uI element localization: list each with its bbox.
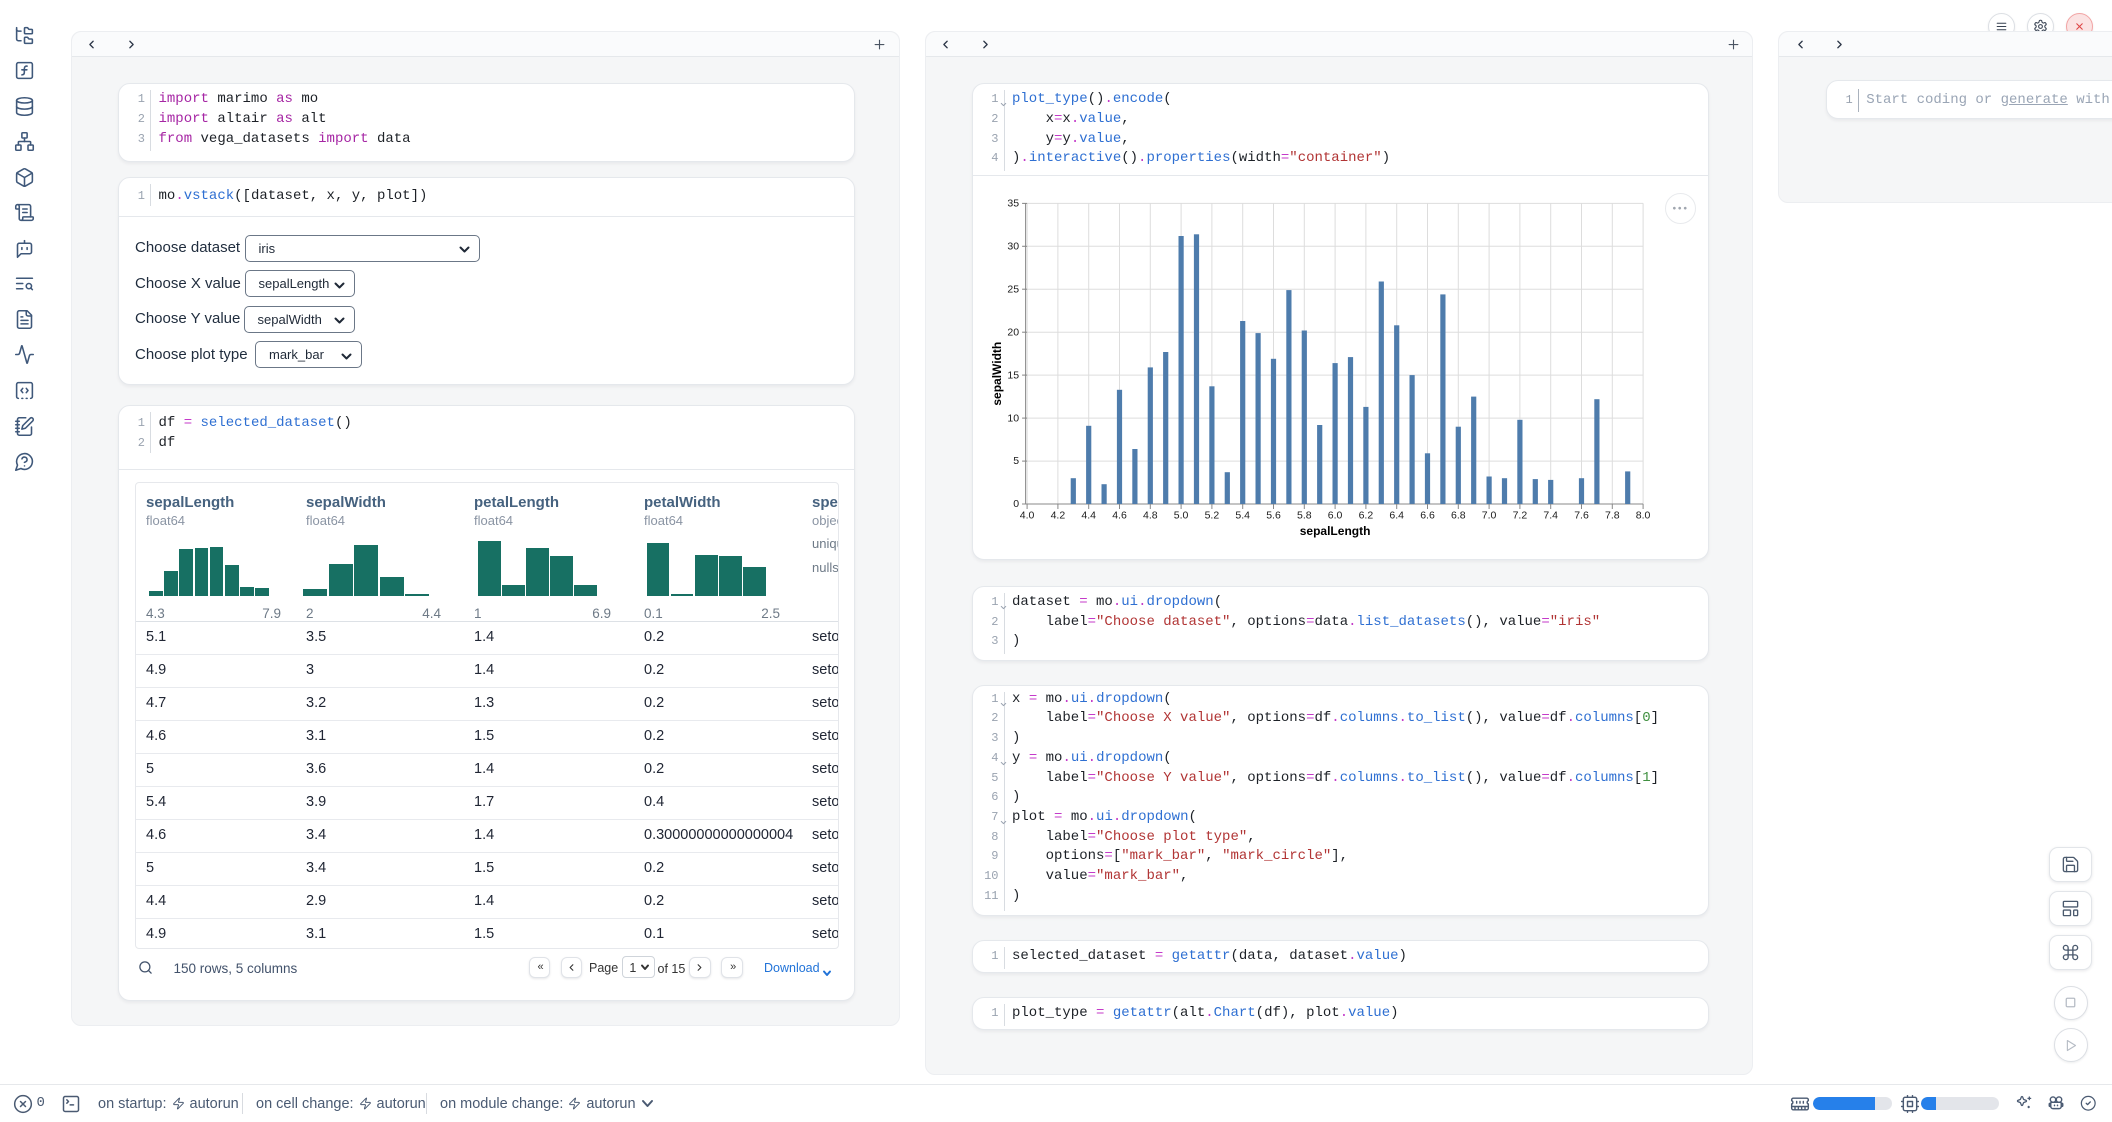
svg-text:4.8: 4.8 xyxy=(1142,509,1157,521)
svg-text:6.0: 6.0 xyxy=(1327,509,1342,521)
svg-text:7.6: 7.6 xyxy=(1574,509,1589,521)
svg-text:30: 30 xyxy=(1007,240,1019,252)
svg-text:sepalWidth: sepalWidth xyxy=(990,341,1004,405)
svg-text:6.2: 6.2 xyxy=(1358,509,1373,521)
svg-text:5.0: 5.0 xyxy=(1173,509,1188,521)
svg-text:5: 5 xyxy=(1013,455,1019,467)
svg-text:7.2: 7.2 xyxy=(1512,509,1527,521)
svg-text:6.4: 6.4 xyxy=(1389,509,1404,521)
svg-text:4.0: 4.0 xyxy=(1019,509,1034,521)
svg-text:6.6: 6.6 xyxy=(1420,509,1435,521)
svg-text:20: 20 xyxy=(1007,326,1019,338)
svg-text:5.8: 5.8 xyxy=(1296,509,1311,521)
svg-text:5.2: 5.2 xyxy=(1204,509,1219,521)
svg-text:5.4: 5.4 xyxy=(1235,509,1250,521)
svg-text:8.0: 8.0 xyxy=(1635,509,1650,521)
svg-text:sepalLength: sepalLength xyxy=(1299,524,1370,538)
svg-text:7.4: 7.4 xyxy=(1543,509,1558,521)
svg-text:15: 15 xyxy=(1007,369,1019,381)
svg-text:4.2: 4.2 xyxy=(1050,509,1065,521)
svg-text:5.6: 5.6 xyxy=(1266,509,1281,521)
svg-text:7.0: 7.0 xyxy=(1481,509,1496,521)
svg-text:6.8: 6.8 xyxy=(1450,509,1465,521)
svg-text:0: 0 xyxy=(1013,498,1019,510)
svg-text:4.6: 4.6 xyxy=(1112,509,1127,521)
svg-text:7.8: 7.8 xyxy=(1604,509,1619,521)
svg-text:25: 25 xyxy=(1007,283,1019,295)
svg-text:10: 10 xyxy=(1007,412,1019,424)
svg-text:35: 35 xyxy=(1007,197,1019,209)
svg-text:4.4: 4.4 xyxy=(1081,509,1096,521)
